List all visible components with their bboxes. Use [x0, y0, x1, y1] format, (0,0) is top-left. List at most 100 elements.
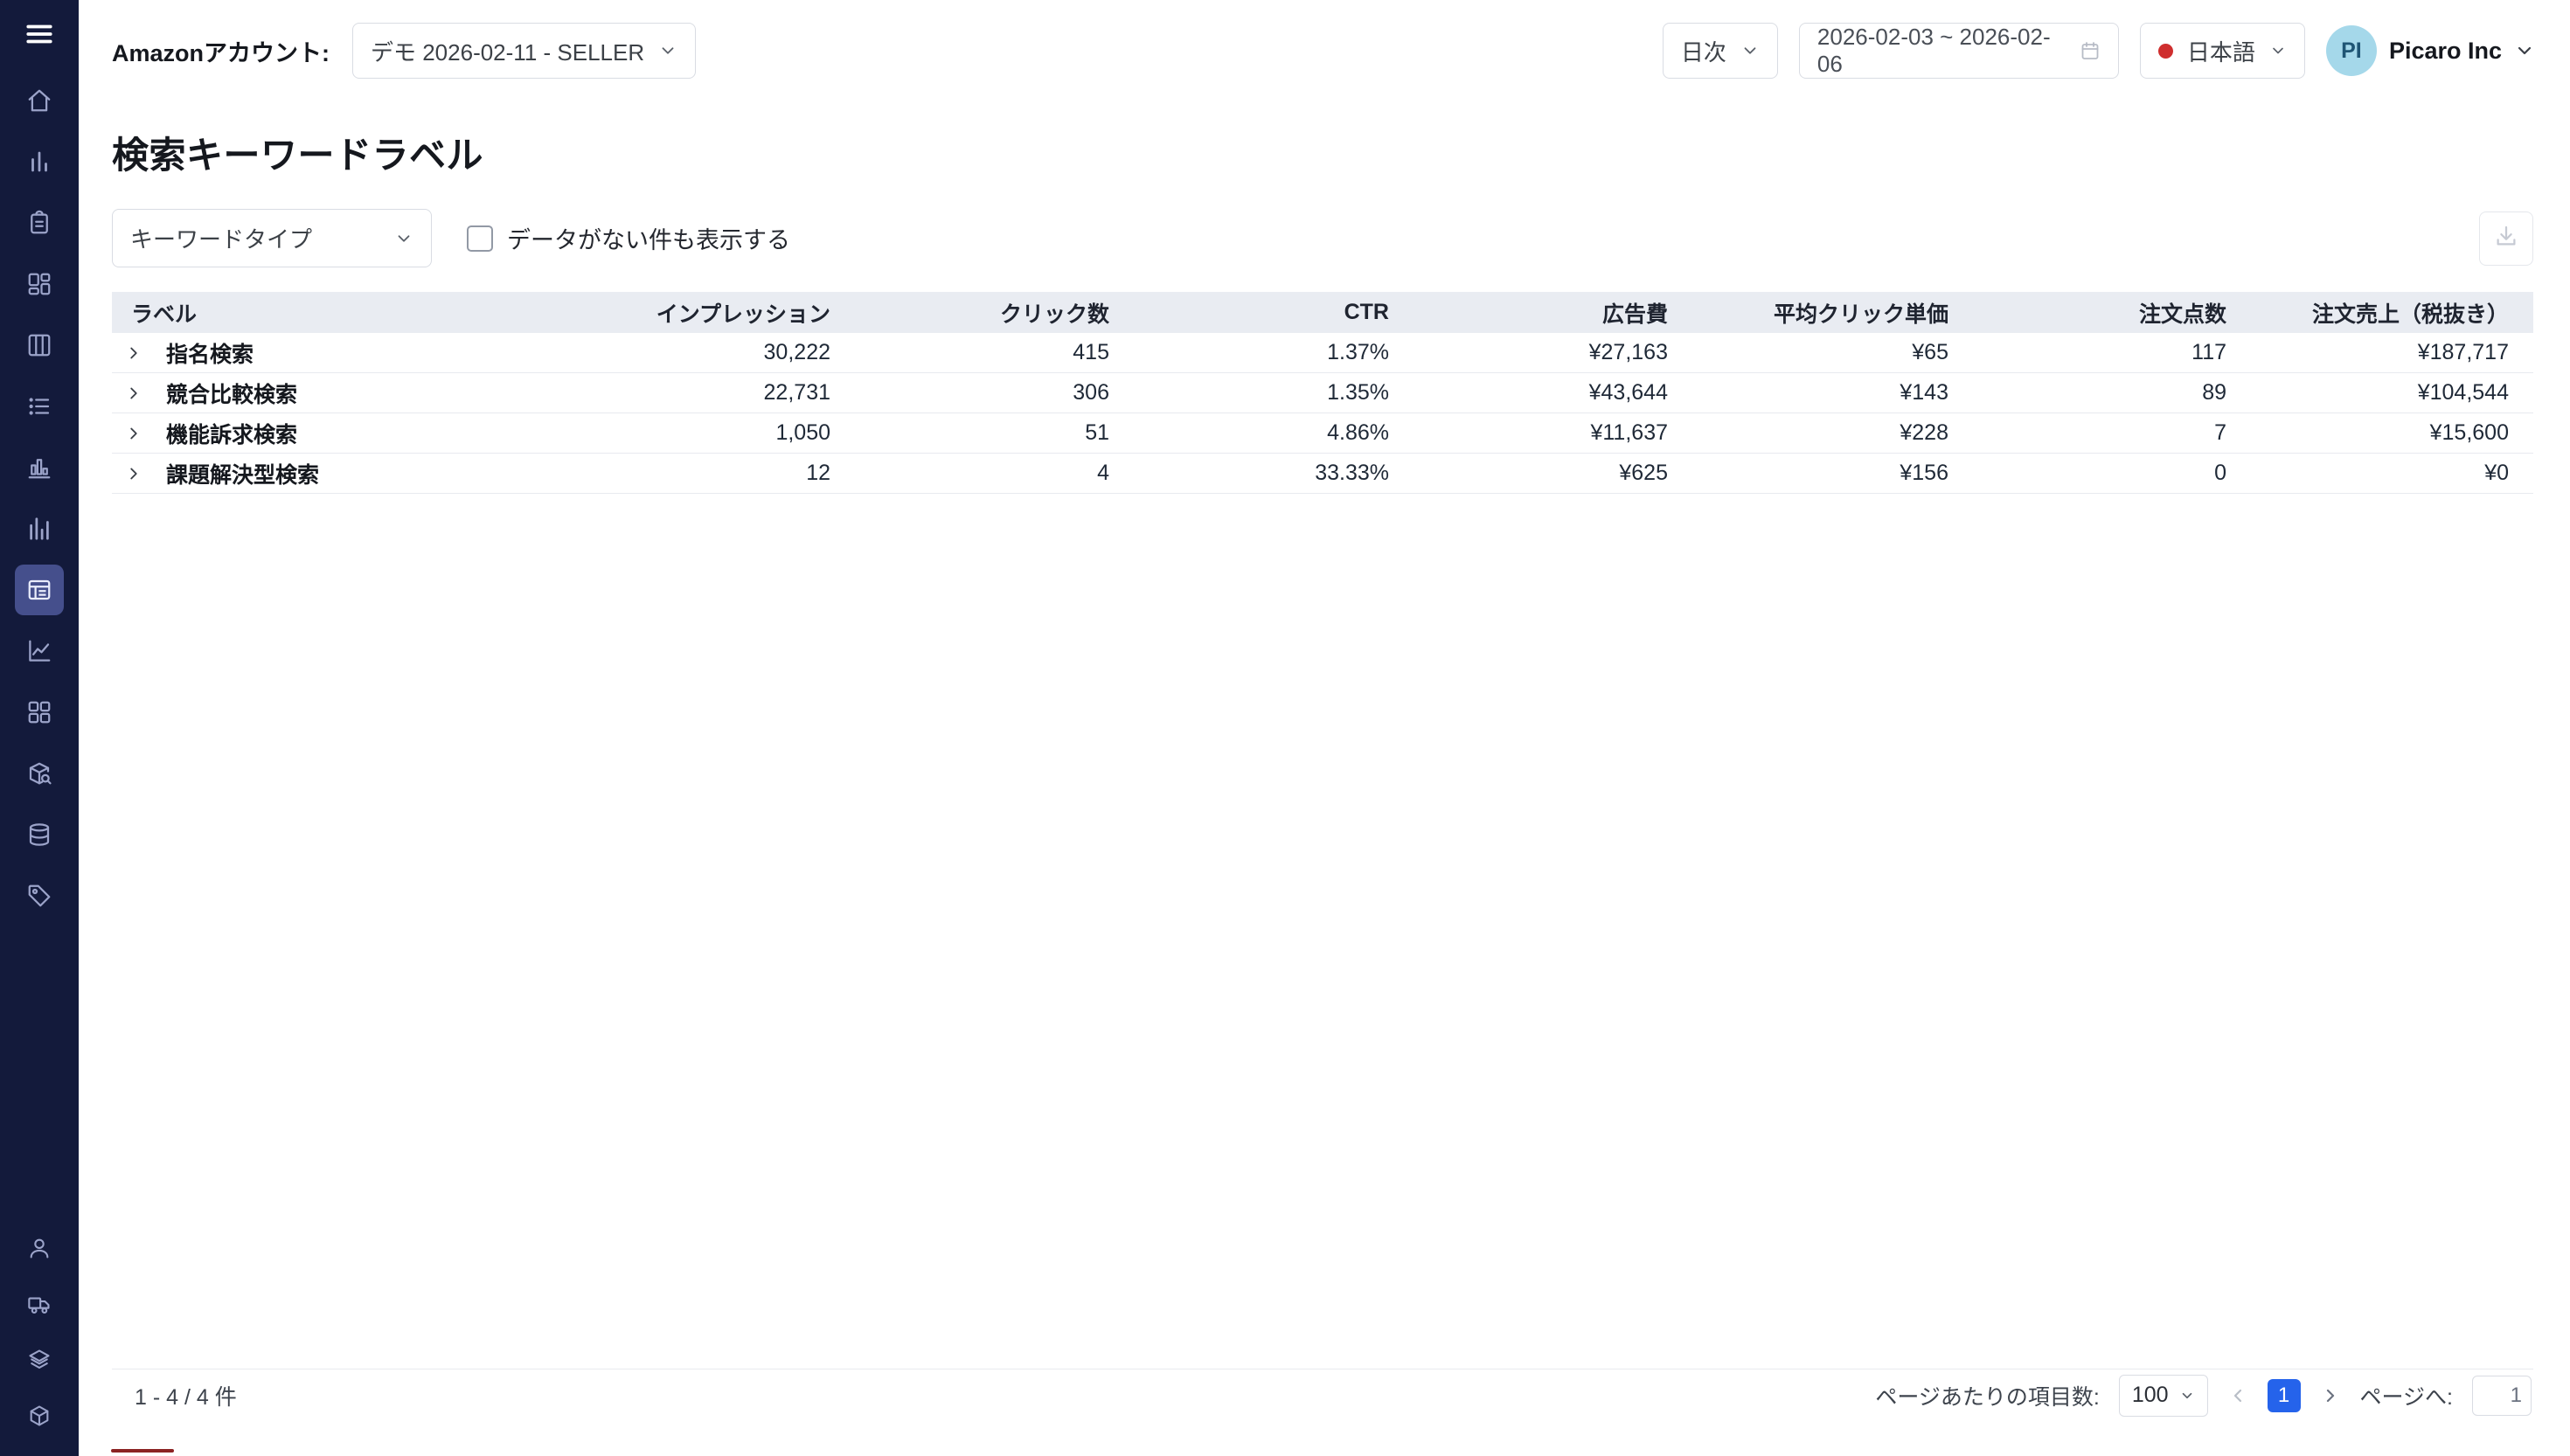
avg-cpc-cell: ¥143 — [1692, 380, 1973, 406]
keyword-type-select-value: キーワードタイプ — [130, 222, 312, 254]
table-header-row: ラベル インプレッション クリック数 CTR 広告費 平均クリック単価 注文点数… — [112, 292, 2533, 333]
date-range-picker[interactable]: 2026-02-03 ~ 2026-02-06 — [1799, 23, 2119, 79]
clicks-cell: 51 — [855, 420, 1134, 446]
chevron-down-icon — [658, 41, 677, 60]
column-header-impressions: インプレッション — [505, 297, 855, 329]
sidebar-item-inventory[interactable] — [15, 1335, 64, 1384]
show-empty-checkbox[interactable] — [467, 225, 493, 252]
row-label: 競合比較検索 — [166, 378, 297, 409]
keyword-type-select[interactable]: キーワードタイプ — [112, 209, 432, 267]
order-items-cell: 89 — [1973, 380, 2251, 406]
impressions-cell: 22,731 — [505, 380, 855, 406]
sidebar-item-orders[interactable] — [15, 198, 64, 248]
ad-cost-cell: ¥43,644 — [1414, 380, 1692, 406]
pagination: ページあたりの項目数: 100 1 ページへ: — [1875, 1375, 2532, 1417]
ctr-cell: 4.86% — [1134, 420, 1414, 446]
table-empty-space — [112, 494, 2533, 1369]
sidebar-item-products[interactable] — [15, 1391, 64, 1440]
sidebar-item-product-search[interactable] — [15, 748, 64, 799]
menu-icon — [24, 19, 54, 52]
expand-row-icon[interactable] — [124, 384, 147, 403]
sidebar-item-chart-bars[interactable] — [15, 442, 64, 493]
sidebar-item-kanban[interactable] — [15, 320, 64, 371]
user-menu[interactable]: PI Picaro Inc — [2326, 25, 2535, 76]
sidebar-item-home[interactable] — [15, 75, 64, 126]
menu-toggle-button[interactable] — [18, 14, 60, 56]
download-icon — [2493, 223, 2519, 253]
period-select[interactable]: 日次 — [1663, 23, 1778, 79]
package-icon — [27, 1404, 52, 1428]
column-header-avg-cpc: 平均クリック単価 — [1692, 297, 1973, 329]
sidebar-item-reports[interactable] — [15, 381, 64, 432]
sidebar-item-account[interactable] — [15, 1224, 64, 1272]
per-page-select[interactable]: 100 — [2119, 1375, 2208, 1417]
impressions-cell: 1,050 — [505, 420, 855, 446]
sidebar-item-apps[interactable] — [15, 687, 64, 738]
expand-row-icon[interactable] — [124, 464, 147, 483]
ad-cost-cell: ¥625 — [1414, 461, 1692, 486]
sidebar-item-trends[interactable] — [15, 626, 64, 676]
download-button[interactable] — [2479, 211, 2533, 266]
filter-row: キーワードタイプ データがない件も表示する — [112, 209, 2533, 267]
sidebar-nav-bottom — [15, 1224, 64, 1456]
top-header: Amazonアカウント: デモ 2026-02-11 - SELLER 日次 2… — [79, 0, 2570, 101]
page-content: 検索キーワードラベル キーワードタイプ データがない件も表示する ラベル インプ… — [79, 101, 2570, 1456]
table-row[interactable]: 指名検索 30,222 415 1.37% ¥27,163 ¥65 117 ¥1… — [112, 333, 2533, 373]
row-label: 機能訴求検索 — [166, 418, 297, 449]
order-sales-cell: ¥15,600 — [2251, 420, 2533, 446]
order-sales-cell: ¥104,544 — [2251, 380, 2533, 406]
language-select[interactable]: 日本語 — [2140, 23, 2305, 79]
tag-icon — [26, 883, 52, 909]
page-number-button[interactable]: 1 — [2268, 1379, 2301, 1412]
sidebar-item-analytics[interactable] — [15, 136, 64, 187]
table-row[interactable]: 課題解決型検索 12 4 33.33% ¥625 ¥156 0 ¥0 — [112, 454, 2533, 494]
goto-page-input[interactable] — [2472, 1376, 2532, 1416]
show-empty-checkbox-wrap[interactable]: データがない件も表示する — [467, 221, 790, 255]
account-select[interactable]: デモ 2026-02-11 - SELLER — [352, 23, 696, 79]
label-cell: 課題解決型検索 — [112, 458, 505, 489]
calendar-icon — [2080, 40, 2101, 61]
sidebar-item-keyword-labels[interactable] — [15, 565, 64, 615]
previous-page-button[interactable] — [2227, 1385, 2248, 1406]
table-row[interactable]: 機能訴求検索 1,050 51 4.86% ¥11,637 ¥228 7 ¥15… — [112, 413, 2533, 454]
label-cell: 競合比較検索 — [112, 378, 505, 409]
chevron-down-icon — [2269, 42, 2287, 59]
sidebar-item-dashboard[interactable] — [15, 259, 64, 309]
column-header-clicks: クリック数 — [855, 297, 1134, 329]
database-icon — [26, 822, 52, 848]
next-page-button[interactable] — [2320, 1385, 2341, 1406]
user-icon — [27, 1236, 52, 1260]
sidebar-item-shipping[interactable] — [15, 1279, 64, 1328]
per-page-label: ページあたりの項目数: — [1875, 1380, 2099, 1411]
expand-row-icon[interactable] — [124, 343, 147, 363]
row-label: 課題解決型検索 — [166, 458, 319, 489]
package-search-icon — [26, 760, 52, 787]
sidebar-item-chart-histogram[interactable] — [15, 503, 64, 554]
avg-cpc-cell: ¥65 — [1692, 340, 1973, 365]
ctr-cell: 1.35% — [1134, 380, 1414, 406]
home-icon — [26, 87, 52, 114]
expand-row-icon[interactable] — [124, 424, 147, 443]
show-empty-label: データがない件も表示する — [507, 221, 790, 255]
bar-chart-icon — [26, 149, 52, 175]
keyword-label-table: ラベル インプレッション クリック数 CTR 広告費 平均クリック単価 注文点数… — [112, 292, 2533, 1456]
clipboard-icon — [26, 210, 52, 236]
horizontal-scrollbar-thumb[interactable] — [111, 1449, 174, 1453]
date-range-value: 2026-02-03 ~ 2026-02-06 — [1817, 24, 2066, 78]
table-footer: 1 - 4 / 4 件 ページあたりの項目数: 100 1 ページへ: — [112, 1369, 2533, 1421]
order-items-cell: 117 — [1973, 340, 2251, 365]
label-cell: 機能訴求検索 — [112, 418, 505, 449]
column-header-ctr: CTR — [1134, 300, 1414, 325]
table-body: 指名検索 30,222 415 1.37% ¥27,163 ¥65 117 ¥1… — [112, 333, 2533, 494]
table-row[interactable]: 競合比較検索 22,731 306 1.35% ¥43,644 ¥143 89 … — [112, 373, 2533, 413]
order-sales-cell: ¥0 — [2251, 461, 2533, 486]
order-items-cell: 0 — [1973, 461, 2251, 486]
sidebar-item-tags[interactable] — [15, 870, 64, 921]
impressions-cell: 12 — [505, 461, 855, 486]
flag-japan-icon — [2158, 44, 2173, 59]
per-page-value: 100 — [2132, 1383, 2169, 1408]
period-select-value: 日次 — [1681, 35, 1726, 67]
avg-cpc-cell: ¥228 — [1692, 420, 1973, 446]
line-chart-icon — [26, 638, 52, 664]
sidebar-item-database[interactable] — [15, 809, 64, 860]
